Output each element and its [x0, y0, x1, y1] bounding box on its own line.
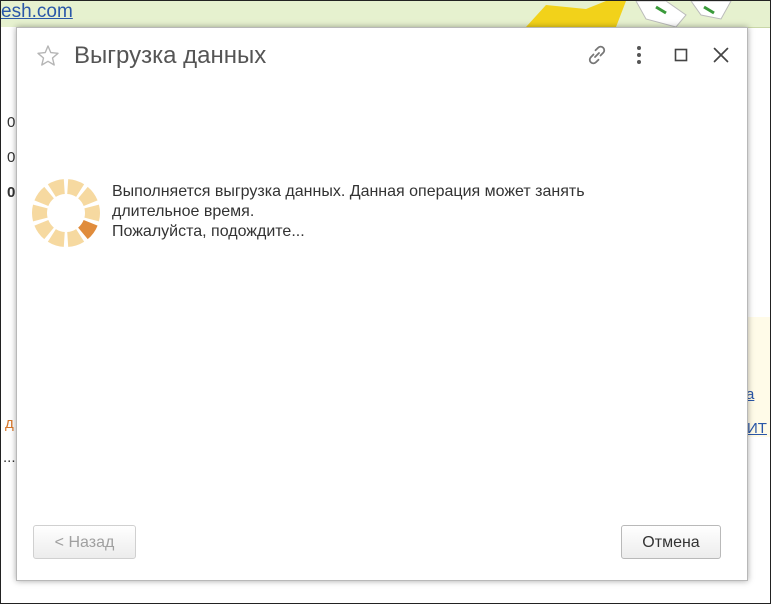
background-fragment: 0 — [7, 114, 16, 131]
back-button[interactable]: < Назад — [33, 525, 136, 559]
background-fragment: 0 — [7, 149, 16, 166]
spinner-segment — [78, 186, 98, 206]
star-icon[interactable] — [36, 44, 60, 68]
close-icon[interactable] — [708, 42, 734, 68]
export-dialog: Выгрузка данных Выполняется выгрузка дан… — [16, 27, 748, 581]
background-link[interactable]: ИТ — [747, 420, 767, 437]
more-vertical-icon[interactable] — [626, 42, 652, 68]
loading-spinner — [32, 179, 101, 247]
spinner-segment — [78, 220, 98, 240]
cancel-button[interactable]: Отмена — [621, 525, 721, 559]
background-site-link[interactable]: esh.com — [1, 1, 73, 23]
dialog-header: Выгрузка данных — [17, 28, 747, 84]
background-header: esh.com — [1, 1, 770, 28]
link-icon[interactable] — [584, 42, 610, 68]
screen-frame: esh.com 0 0 0 д ... а ИТ Выгрузка данных — [0, 0, 771, 604]
spinner-segment — [84, 204, 101, 222]
status-message: Выполняется выгрузка данных. Данная опер… — [112, 182, 712, 242]
dialog-title: Выгрузка данных — [74, 42, 267, 69]
decorative-banner-icon — [526, 1, 732, 27]
message-line: Пожалуйста, подождите... — [112, 223, 305, 240]
message-line: длительное время. — [112, 203, 255, 220]
background-fragment: ... — [3, 449, 16, 466]
background-fragment: 0 — [7, 184, 16, 201]
spinner-segment — [34, 186, 54, 206]
maximize-icon[interactable] — [668, 42, 694, 68]
spinner-segment — [32, 204, 48, 222]
background-fragment: д — [5, 415, 14, 432]
message-line: Выполняется выгрузка данных. Данная опер… — [112, 183, 585, 200]
spinner-segment — [34, 220, 54, 240]
